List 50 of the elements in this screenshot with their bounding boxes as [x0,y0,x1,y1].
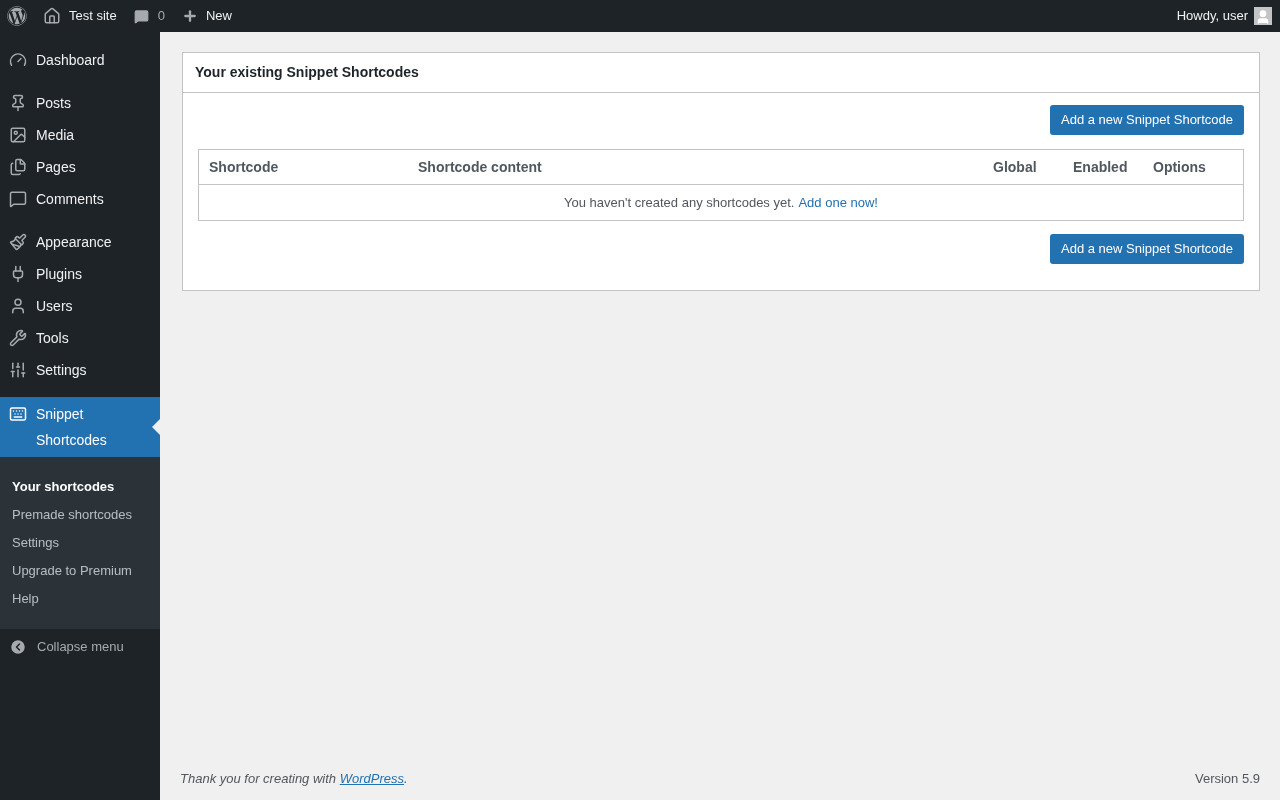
footer-thanks: Thank you for creating with WordPress. [180,769,408,788]
wrench-icon [9,329,27,347]
sliders-icon [9,361,27,379]
collapse-icon [9,637,27,656]
avatar-icon [1254,7,1272,25]
paintbrush-icon [9,233,27,251]
sidebar-item[interactable]: Posts [0,87,160,119]
gauge-icon [9,51,27,69]
add-shortcode-button[interactable]: Add a new Snippet Shortcode [1050,105,1244,135]
site-link[interactable]: Test site [43,6,117,26]
keyboard-icon [9,405,27,423]
house-icon [43,7,61,25]
add-one-link[interactable]: Add one now! [798,192,878,213]
add-shortcode-button[interactable]: Add a new Snippet Shortcode [1050,234,1244,264]
sidebar-item[interactable]: Snippet Shortcodes [0,397,160,457]
sidebar-item[interactable]: Media [0,119,160,151]
column-header: Global [993,157,1038,177]
user-icon [9,297,27,315]
comments-link[interactable]: 0 [133,6,165,26]
submenu-item[interactable]: Help [0,585,160,613]
sidebar-item[interactable]: Comments [0,183,160,215]
sidebar-item[interactable]: Settings [0,354,160,386]
sidebar-item[interactable]: Plugins [0,258,160,290]
new-link[interactable]: New [181,6,232,26]
submenu-item[interactable]: Upgrade to Premium [0,557,160,585]
sidebar-item[interactable]: Dashboard [0,44,160,76]
collapse-menu-button[interactable]: Collapse menu [0,629,160,665]
column-header: Enabled [1073,157,1129,177]
wordpress-logo-icon[interactable] [7,6,27,26]
speech-bubble-icon [133,8,149,24]
column-header: Shortcode content [418,157,543,177]
sidebar-item[interactable]: Appearance [0,226,160,258]
submenu-item[interactable]: Your shortcodes [0,473,160,501]
submenu-item[interactable]: Premade shortcodes [0,501,160,529]
panel-title: Your existing Snippet Shortcodes [183,53,1259,93]
speech-bubble-icon [9,190,27,208]
empty-message: You haven't created any shortcodes yet. [564,193,795,212]
version-text: Version 5.9 [1194,769,1260,788]
plus-icon [181,8,198,24]
column-header: Options [1153,157,1207,177]
account-menu[interactable]: Howdy, user [1176,6,1272,26]
pages-icon [9,158,27,176]
sidebar-item[interactable]: Users [0,290,160,322]
pin-icon [9,94,27,112]
image-icon [9,126,27,144]
submenu-item[interactable]: Settings [0,529,160,557]
column-header: Shortcode [209,157,280,177]
sidebar-item[interactable]: Pages [0,151,160,183]
sidebar-item[interactable]: Tools [0,322,160,354]
wordpress-link[interactable]: WordPress [339,770,404,786]
